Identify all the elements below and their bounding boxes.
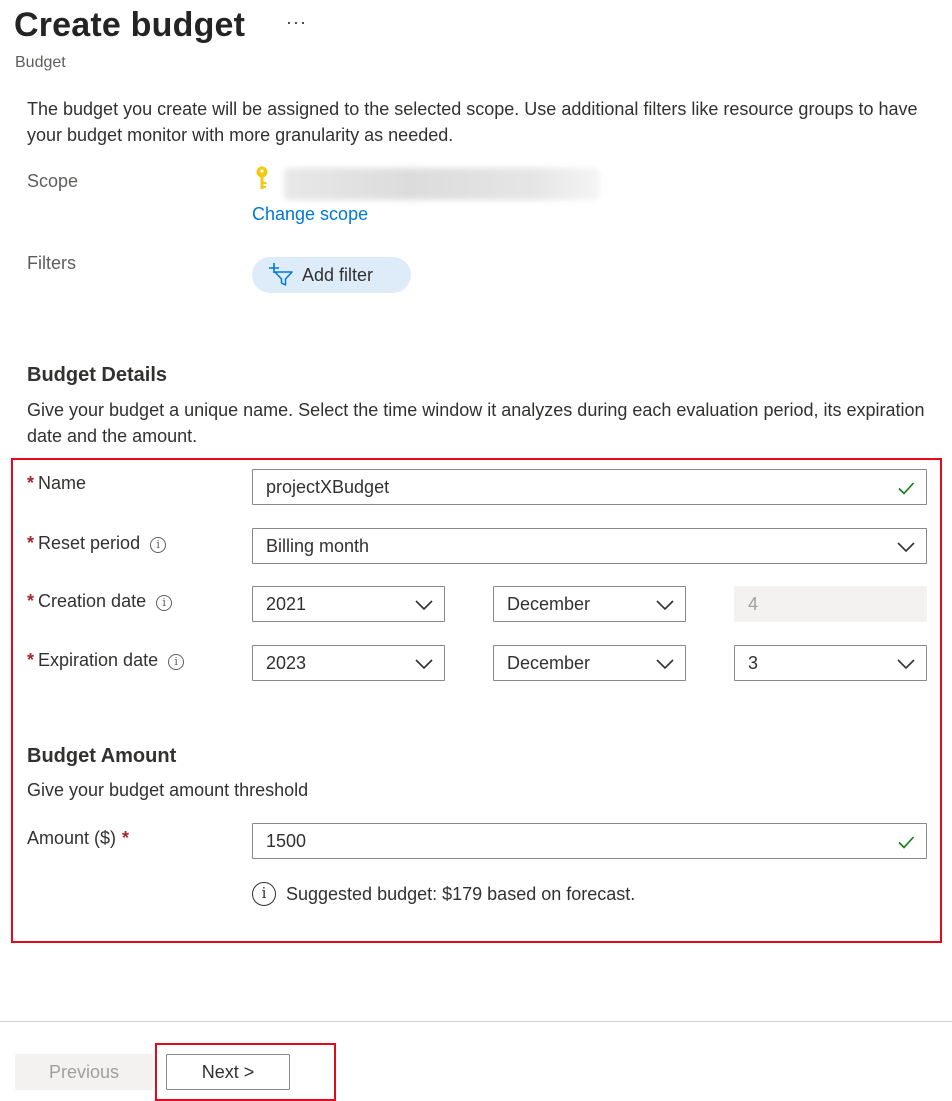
suggested-budget-text: Suggested budget: $179 based on forecast…	[286, 883, 636, 904]
budget-details-description: Give your budget a unique name. Select t…	[27, 400, 925, 446]
add-filter-button[interactable]: Add filter	[252, 257, 411, 293]
name-label-text: Name	[38, 473, 87, 493]
creation-month-value: December	[507, 593, 591, 614]
filters-label: Filters	[27, 253, 76, 273]
reset-period-label-text: Reset period	[38, 533, 141, 553]
reset-period-select[interactable]: Billing month	[252, 528, 927, 564]
info-icon[interactable]: i	[168, 654, 185, 670]
required-marker: *	[27, 473, 35, 493]
required-marker: *	[122, 828, 130, 848]
creation-year-select[interactable]: 2021	[252, 586, 445, 622]
budget-amount-title: Budget Amount	[27, 745, 177, 767]
scope-value-redacted	[284, 168, 600, 200]
amount-label-text: Amount ($)	[27, 828, 117, 848]
required-marker: *	[27, 650, 35, 670]
chevron-down-icon	[897, 659, 915, 670]
scope-label: Scope	[27, 171, 79, 191]
reset-period-label: * Reset period i	[27, 533, 167, 554]
creation-date-label: * Creation date i	[27, 591, 173, 612]
expiration-day-select[interactable]: 3	[734, 645, 927, 681]
key-icon	[256, 166, 268, 189]
footer-divider	[0, 1021, 952, 1022]
expiration-day-value: 3	[748, 652, 759, 673]
intro-text: The budget you create will be assigned t…	[27, 99, 918, 145]
creation-year-value: 2021	[266, 593, 307, 614]
budget-details-title: Budget Details	[27, 364, 168, 386]
page-subtitle: Budget	[15, 54, 66, 71]
creation-date-label-text: Creation date	[38, 591, 147, 611]
creation-month-select[interactable]: December	[493, 586, 686, 622]
required-marker: *	[27, 533, 35, 553]
expiration-date-label-text: Expiration date	[38, 650, 159, 670]
name-label: * Name	[27, 473, 86, 494]
creation-day-value: 4	[748, 593, 759, 614]
more-options-button[interactable]: ···	[286, 12, 307, 33]
required-marker: *	[27, 591, 35, 611]
amount-label: Amount ($) *	[27, 828, 129, 849]
expiration-year-value: 2023	[266, 652, 307, 673]
amount-input-value: 1500	[266, 830, 307, 851]
expiration-year-select[interactable]: 2023	[252, 645, 445, 681]
valid-check-icon	[898, 836, 915, 849]
info-icon[interactable]: i	[156, 595, 173, 611]
info-icon[interactable]: i	[150, 537, 167, 553]
suggested-budget: i Suggested budget: $179 based on foreca…	[252, 882, 635, 906]
budget-amount-description: Give your budget amount threshold	[27, 780, 309, 800]
chevron-down-icon	[656, 659, 674, 670]
chevron-down-icon	[897, 542, 915, 553]
add-filter-icon	[269, 263, 293, 286]
name-input-value: projectXBudget	[266, 476, 390, 497]
add-filter-label: Add filter	[302, 264, 374, 285]
expiration-month-value: December	[507, 652, 591, 673]
expiration-month-select[interactable]: December	[493, 645, 686, 681]
expiration-date-label: * Expiration date i	[27, 650, 185, 671]
creation-day-field: 4	[734, 586, 927, 622]
info-circle-icon: i	[252, 882, 276, 906]
chevron-down-icon	[656, 600, 674, 611]
valid-check-icon	[898, 482, 915, 495]
page-title: Create budget	[14, 6, 246, 44]
change-scope-link[interactable]: Change scope	[252, 204, 368, 225]
previous-button: Previous	[15, 1054, 153, 1090]
amount-input[interactable]: 1500	[252, 823, 927, 859]
name-input[interactable]: projectXBudget	[252, 469, 927, 505]
chevron-down-icon	[415, 659, 433, 670]
chevron-down-icon	[415, 600, 433, 611]
reset-period-value: Billing month	[266, 535, 370, 556]
next-button-highlight	[155, 1043, 336, 1101]
